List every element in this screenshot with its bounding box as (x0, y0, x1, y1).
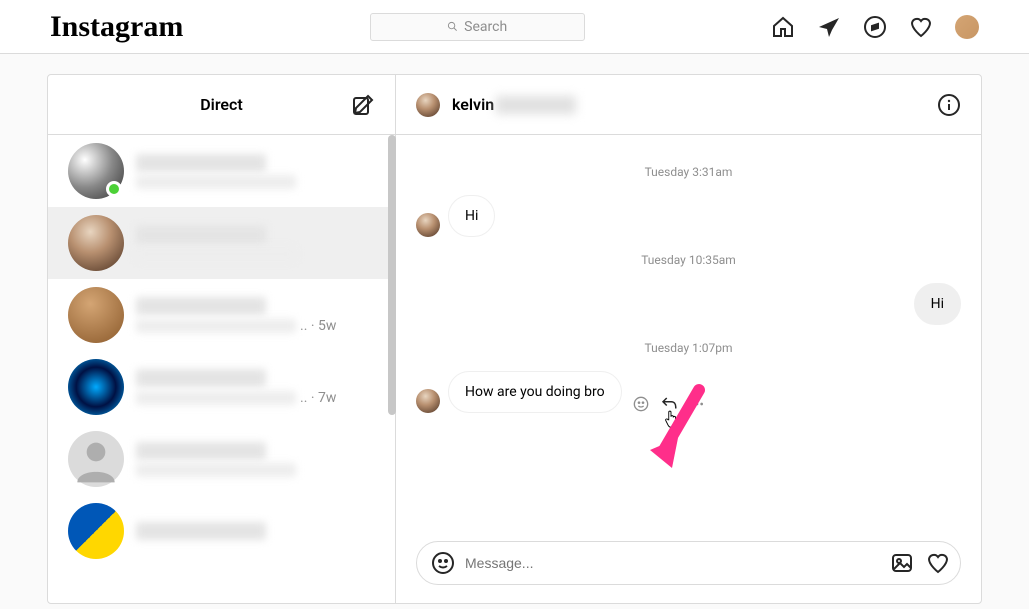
rail-header: Direct (48, 75, 395, 135)
compose-button[interactable] (351, 93, 375, 117)
message-bubble[interactable]: How are you doing bro (448, 371, 622, 413)
conversation-item[interactable] (48, 423, 395, 495)
smile-icon (431, 551, 455, 575)
conversation-time: .. · 7w (300, 390, 336, 406)
avatar (68, 503, 124, 559)
avatar (68, 359, 124, 415)
conversation-name-redacted (136, 442, 266, 460)
conversation-preview-redacted (136, 463, 296, 477)
conversation-name-redacted (136, 226, 266, 244)
messages-icon[interactable] (817, 15, 841, 39)
heart-icon (926, 551, 950, 575)
top-navbar: Instagram Search (0, 0, 1029, 54)
info-button[interactable] (937, 93, 961, 117)
message-bubble[interactable]: Hi (914, 283, 961, 325)
conversation-item[interactable] (48, 135, 395, 207)
conversation-rail: Direct (48, 75, 396, 603)
explore-icon[interactable] (863, 15, 887, 39)
react-button[interactable] (632, 395, 650, 413)
rail-scrollbar[interactable] (388, 135, 396, 415)
chat-header-name[interactable]: kelvin (452, 95, 576, 115)
search-placeholder: Search (464, 19, 507, 35)
message-timestamp: Tuesday 3:31am (416, 165, 961, 179)
chat-body: Tuesday 3:31am Hi Tuesday 10:35am Hi Tue… (396, 135, 981, 527)
conversation-preview-redacted (136, 319, 296, 333)
message-avatar[interactable] (416, 389, 440, 413)
conversation-item[interactable]: .. · 5w (48, 279, 395, 351)
message-timestamp: Tuesday 1:07pm (416, 341, 961, 355)
search-input[interactable]: Search (370, 13, 585, 41)
conversation-preview-redacted (136, 247, 296, 261)
chat-header-name-redacted (496, 96, 576, 114)
avatar (68, 287, 124, 343)
conversation-preview-redacted (136, 175, 296, 189)
nav-icons (771, 15, 979, 39)
message-timestamp: Tuesday 10:35am (416, 253, 961, 267)
message-input[interactable] (455, 555, 890, 571)
reply-icon (660, 395, 678, 413)
conversation-item[interactable] (48, 207, 395, 279)
chat-header-avatar[interactable] (416, 93, 440, 117)
message-composer (416, 541, 961, 585)
rail-title: Direct (200, 95, 243, 114)
conversation-item[interactable]: .. · 7w (48, 351, 395, 423)
conversation-list: .. · 5w .. · 7w (48, 135, 395, 603)
avatar (68, 143, 124, 199)
image-icon (890, 551, 914, 575)
message-row-incoming: How are you doing bro (416, 371, 961, 413)
photo-button[interactable] (890, 551, 914, 575)
message-avatar[interactable] (416, 213, 440, 237)
avatar (68, 215, 124, 271)
activity-icon[interactable] (909, 15, 933, 39)
logo[interactable]: Instagram (50, 10, 183, 44)
search-icon (447, 21, 458, 32)
conversation-time: .. · 5w (300, 318, 336, 334)
smile-icon (633, 396, 649, 412)
message-row-incoming: Hi (416, 195, 961, 237)
conversation-name-redacted (136, 369, 266, 387)
reply-button[interactable] (660, 395, 678, 413)
compose-icon (351, 93, 375, 117)
chat-panel: kelvin Tuesday 3:31am Hi Tuesday 10:35am… (396, 75, 981, 603)
more-button[interactable] (688, 395, 706, 413)
conversation-item[interactable] (48, 495, 395, 567)
message-bubble[interactable]: Hi (448, 195, 495, 237)
conversation-name-redacted (136, 297, 266, 315)
home-icon[interactable] (771, 15, 795, 39)
direct-container: Direct (47, 74, 982, 604)
online-indicator (106, 181, 122, 197)
conversation-name-redacted (136, 522, 266, 540)
like-button[interactable] (926, 551, 950, 575)
message-row-outgoing: Hi (416, 283, 961, 325)
emoji-button[interactable] (431, 551, 455, 575)
conversation-name-redacted (136, 154, 266, 172)
avatar (68, 431, 124, 487)
message-actions (632, 395, 706, 413)
conversation-preview-redacted (136, 391, 296, 405)
chat-header: kelvin (396, 75, 981, 135)
profile-avatar[interactable] (955, 15, 979, 39)
info-icon (937, 93, 961, 117)
more-icon (689, 396, 705, 412)
